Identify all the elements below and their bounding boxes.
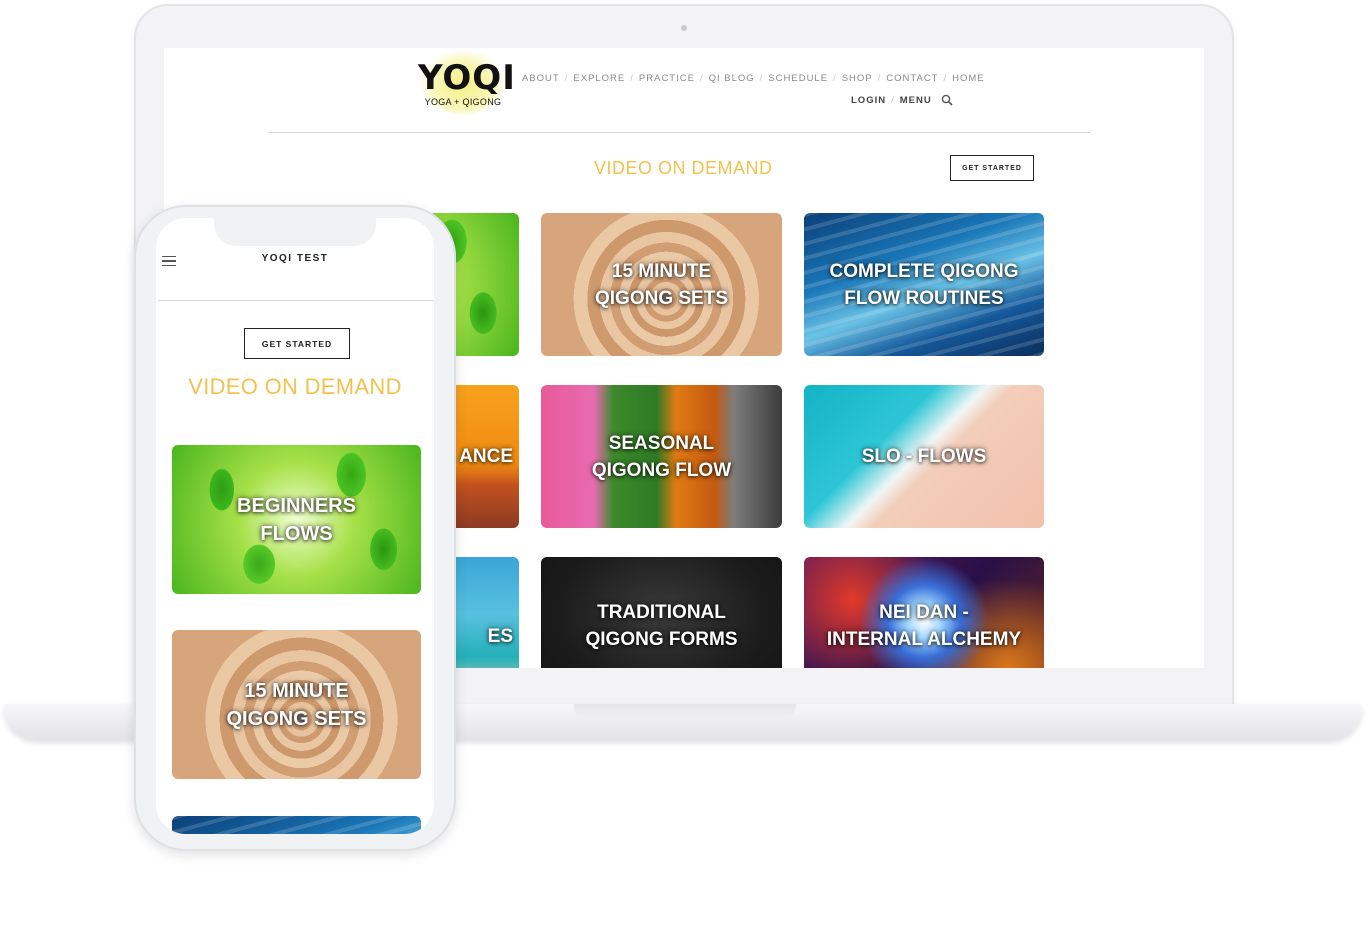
secondary-nav: LOGIN / MENU [851, 94, 953, 106]
card-label: SLO - FLOWS [861, 446, 987, 467]
nav-item-home[interactable]: HOME [952, 73, 985, 84]
get-started-button[interactable]: GET STARTED [950, 155, 1034, 181]
page-title: VIDEO ON DEMAND [594, 158, 773, 178]
phone-site-title[interactable]: YOQI TEST [156, 253, 434, 264]
phone-video-card-flow-routines[interactable] [172, 816, 421, 834]
nav-separator: / [891, 94, 895, 106]
nav-separator: / [630, 73, 634, 84]
nav-item-qi-blog[interactable]: QI BLOG [709, 73, 755, 84]
nav-separator: / [943, 73, 948, 84]
video-card-15-minute[interactable]: 15 MINUTE QIGONG SETS [541, 213, 782, 356]
card-label: BEGINNERS FLOWS [237, 494, 356, 545]
video-card-slo-flows[interactable]: SLO - FLOWS [804, 385, 1044, 528]
phone-screen: YOQI TEST GET STARTED VIDEO ON DEMAND BE… [156, 218, 434, 834]
phone-video-card-15-minute[interactable]: 15 MINUTE QIGONG SETS [172, 630, 421, 779]
card-label: NEI DAN - INTERNAL ALCHEMY [826, 602, 1022, 650]
site-logo[interactable]: YOQI [418, 58, 515, 98]
nav-item-practice[interactable]: PRACTICE [639, 73, 695, 84]
laptop-notch [574, 704, 796, 720]
nav-separator: / [759, 73, 764, 84]
phone-page-title: VIDEO ON DEMAND [188, 374, 402, 399]
nav-item-contact[interactable]: CONTACT [886, 73, 938, 84]
card-label: COMPLETE QIGONG FLOW ROUTINES [829, 260, 1019, 309]
nav-item-explore[interactable]: EXPLORE [573, 73, 625, 84]
nav-separator: / [699, 73, 704, 84]
search-icon[interactable] [941, 94, 953, 106]
card-label: 15 MINUTE QIGONG SETS [226, 679, 367, 730]
video-card-seasonal[interactable]: SEASONAL QIGONG FLOW [541, 385, 782, 528]
login-link[interactable]: LOGIN [851, 95, 886, 106]
nav-separator: / [833, 73, 837, 84]
phone-notch [214, 218, 376, 246]
nav-separator: / [564, 73, 569, 84]
laptop-camera [681, 25, 687, 31]
card-label: ANCE [459, 446, 513, 467]
video-card-nei-dan[interactable]: NEI DAN - INTERNAL ALCHEMY [804, 557, 1044, 668]
card-label: TRADITIONAL QIGONG FORMS [585, 602, 738, 650]
phone-get-started-button[interactable]: GET STARTED [244, 328, 350, 359]
phone-video-card-beginners[interactable]: BEGINNERS FLOWS [172, 445, 421, 594]
header-divider [268, 132, 1090, 133]
card-label: 15 MINUTE QIGONG SETS [594, 260, 729, 309]
nav-item-shop[interactable]: SHOP [842, 73, 873, 84]
nav-item-schedule[interactable]: SCHEDULE [768, 73, 828, 84]
video-card-flow-routines[interactable]: COMPLETE QIGONG FLOW ROUTINES [804, 213, 1044, 356]
card-label: SEASONAL QIGONG FLOW [591, 432, 732, 481]
primary-nav: ABOUT / EXPLORE / PRACTICE / QI BLOG / SCHED… [522, 73, 985, 84]
menu-link[interactable]: MENU [900, 95, 932, 106]
video-card-traditional[interactable]: TRADITIONAL QIGONG FORMS [541, 557, 782, 668]
card-label: ES [487, 626, 513, 647]
logo-tagline: YOGA + QIGONG [424, 97, 502, 107]
nav-item-about[interactable]: ABOUT [522, 73, 560, 84]
nav-separator: / [877, 73, 882, 84]
phone-header-divider [158, 300, 434, 301]
